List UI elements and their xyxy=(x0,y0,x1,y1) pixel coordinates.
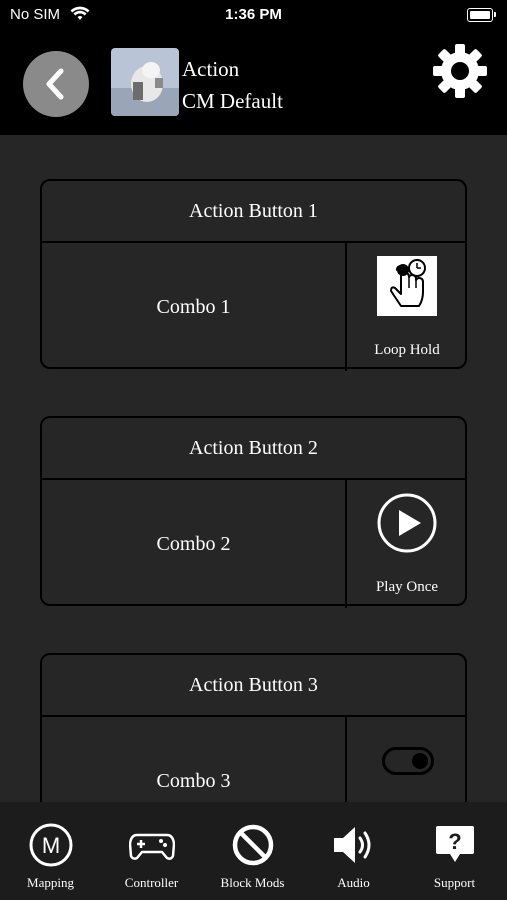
tab-audio[interactable]: Audio xyxy=(303,802,404,900)
tab-label: Controller xyxy=(124,875,179,890)
combo-label: Combo 2 xyxy=(156,532,231,555)
status-bar: No SIM 1:36 PM xyxy=(0,0,507,32)
play-circle-icon xyxy=(377,493,437,553)
action-button-card-1[interactable]: Action Button 1 Combo 1 Loop Hold xyxy=(40,179,467,371)
support-icon: ? xyxy=(436,826,474,862)
profile-title: Action CM Default xyxy=(182,53,283,117)
tab-label: Block Mods xyxy=(220,875,285,890)
svg-text:?: ? xyxy=(448,829,461,854)
tab-support[interactable]: ? Support xyxy=(404,802,505,900)
action-button-card-2[interactable]: Action Button 2 Combo 2 Play Once xyxy=(40,416,467,608)
tab-label: Mapping xyxy=(27,875,74,890)
profile-thumbnail xyxy=(111,48,179,116)
tab-bar: M Mapping Controller Block Mods Audio ? … xyxy=(0,802,507,900)
play-mode-button[interactable] xyxy=(347,717,467,802)
tab-mapping[interactable]: M Mapping xyxy=(0,802,101,900)
gear-icon[interactable] xyxy=(431,42,489,100)
combo-selector[interactable]: Combo 2 xyxy=(42,480,347,608)
card-title: Action Button 1 xyxy=(42,181,465,243)
clock: 1:36 PM xyxy=(225,6,282,23)
svg-text:M: M xyxy=(42,833,60,858)
hand-tap-clock-icon xyxy=(377,256,437,316)
chevron-left-icon xyxy=(46,68,64,100)
speaker-icon xyxy=(334,827,371,863)
card-title: Action Button 2 xyxy=(42,418,465,480)
play-mode-button[interactable]: Loop Hold xyxy=(347,243,467,369)
back-button[interactable] xyxy=(23,51,89,117)
play-mode-label: Loop Hold xyxy=(374,342,440,358)
combo-selector[interactable]: Combo 1 xyxy=(42,243,347,371)
tab-block-mods[interactable]: Block Mods xyxy=(202,802,303,900)
play-mode-label: Play Once xyxy=(375,579,439,595)
profile-title-line1: Action xyxy=(182,57,240,81)
tab-label: Audio xyxy=(337,875,370,890)
combo-selector[interactable]: Combo 3 xyxy=(42,717,347,802)
combo-label: Combo 3 xyxy=(156,769,231,792)
profile-title-line2: CM Default xyxy=(182,89,283,113)
block-icon xyxy=(232,824,274,866)
tab-label: Support xyxy=(433,875,476,890)
controller-icon xyxy=(129,833,175,860)
toggle-icon xyxy=(382,747,434,775)
play-mode-button[interactable]: Play Once xyxy=(347,480,467,606)
action-button-card-3[interactable]: Action Button 3 Combo 3 xyxy=(40,653,467,802)
header: Action CM Default xyxy=(0,32,507,135)
card-title: Action Button 3 xyxy=(42,655,465,717)
mapping-icon: M xyxy=(29,823,73,867)
action-button-list[interactable]: Action Button 1 Combo 1 Loop Hold Action… xyxy=(0,135,507,802)
battery-icon xyxy=(467,8,496,22)
tab-controller[interactable]: Controller xyxy=(101,802,202,900)
combo-label: Combo 1 xyxy=(156,295,231,318)
